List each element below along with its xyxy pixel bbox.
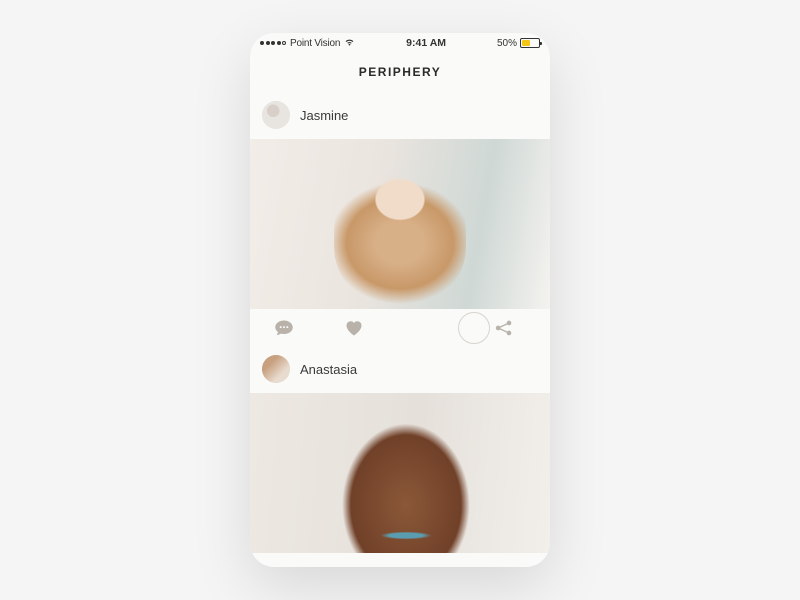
status-left: Point Vision xyxy=(260,38,355,49)
feed-scroll[interactable]: Jasmine Anastasia xyxy=(250,93,550,567)
phone-frame: Point Vision 9:41 AM 50% PERIPHERY Jasmi… xyxy=(250,33,550,567)
share-highlight-ring xyxy=(458,312,490,344)
post-image[interactable] xyxy=(250,393,550,553)
wifi-icon xyxy=(344,38,355,49)
comment-icon[interactable] xyxy=(274,319,294,337)
username-label[interactable]: Jasmine xyxy=(300,108,348,123)
status-time: 9:41 AM xyxy=(406,37,446,49)
post-header[interactable]: Anastasia xyxy=(250,347,550,393)
signal-strength-icon xyxy=(260,41,286,45)
avatar[interactable] xyxy=(262,355,290,383)
username-label[interactable]: Anastasia xyxy=(300,362,357,377)
post-action-bar xyxy=(250,309,550,347)
share-icon[interactable] xyxy=(494,319,514,337)
heart-icon[interactable] xyxy=(344,319,364,337)
avatar[interactable] xyxy=(262,101,290,129)
battery-percent: 50% xyxy=(497,38,517,49)
post-header[interactable]: Jasmine xyxy=(250,93,550,139)
carrier-label: Point Vision xyxy=(290,38,340,49)
battery-icon xyxy=(520,38,540,48)
page-title: PERIPHERY xyxy=(250,53,550,93)
status-bar: Point Vision 9:41 AM 50% xyxy=(250,33,550,53)
post-image[interactable] xyxy=(250,139,550,309)
status-right: 50% xyxy=(497,38,540,49)
